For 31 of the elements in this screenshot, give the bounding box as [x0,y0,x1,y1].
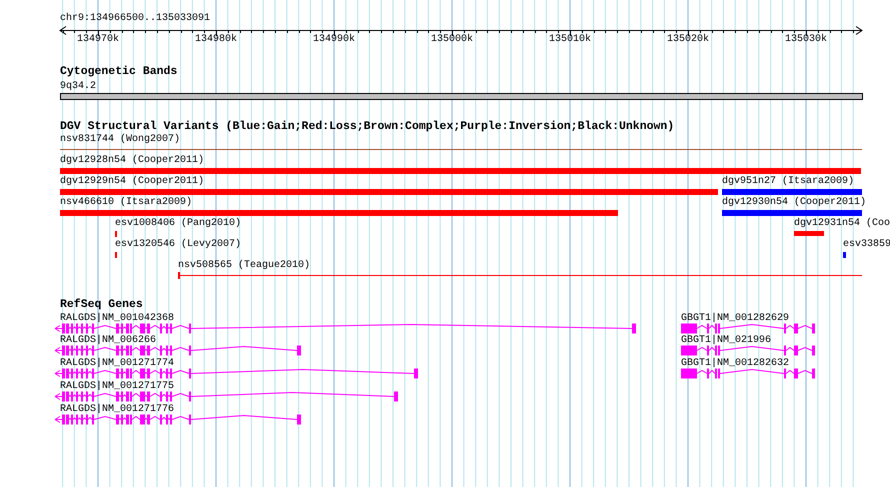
variant-label: dgv12931n54 (Coo [794,218,890,230]
gene-label: RALGDS|NM_006266 [60,335,156,347]
gene-label: RALGDS|NM_001271775 [60,381,174,393]
variant-label: esv33859 [843,239,890,251]
gene-label: GBGT1|NM_001282632 [681,358,790,370]
gene-label: RALGDS|NM_001271776 [60,404,174,416]
location-label: chr9:134966500..135033091 [60,13,210,25]
band-label: 9q34.2 [60,81,96,93]
tick-label: 134990k [313,34,356,46]
variant-label: nsv466610 (Itsara2009) [60,197,192,209]
gene-label: GBGT1|NM_021996 [681,335,772,347]
tick-label: 134980k [195,34,238,46]
tick-label: 135020k [667,34,710,46]
variant-label: nsv508565 (Teague2010) [178,260,310,272]
tick-label: 134970k [77,34,120,46]
gene-label: GBGT1|NM_001282629 [681,313,790,325]
variant-label: dgv12930n54 (Cooper2011) [722,197,866,209]
track-title: DGV Structural Variants (Blue:Gain;Red:Loss;Brown:Complex;Purple:Inversion;Black:Unknown) [60,121,674,133]
variant-label: esv1008406 (Pang2010) [115,218,242,230]
tick-label: 135030k [785,34,828,46]
tick-label: 135000k [431,34,474,46]
track-title: Cytogenetic Bands [60,66,178,78]
gene-label: RALGDS|NM_001271774 [60,358,174,370]
tick-label: 135010k [549,34,592,46]
variant-label: dgv12928n54 (Cooper2011) [60,155,204,167]
gene-label: RALGDS|NM_001042368 [60,313,174,325]
variant-label: dgv12929n54 (Cooper2011) [60,176,204,188]
variant-label: dgv951n27 (Itsara2009) [722,176,854,188]
track-title: RefSeq Genes [60,299,143,311]
variant-label: nsv831744 (Wong2007) [60,134,180,146]
variant-label: esv1320546 (Levy2007) [115,239,242,251]
